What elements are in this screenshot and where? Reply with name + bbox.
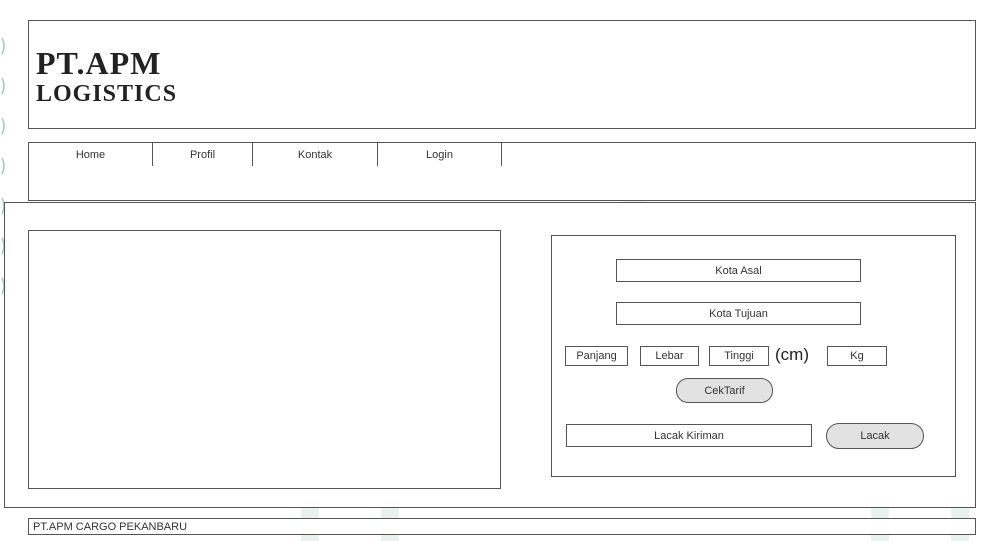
kota-tujuan-field[interactable]: Kota Tujuan	[616, 302, 861, 325]
site-header: PT.APM LOGISTICS	[28, 20, 976, 129]
panjang-field[interactable]: Panjang	[565, 346, 628, 366]
footer-bar: PT.APM CARGO PEKANBARU	[28, 518, 976, 535]
nav-kontak[interactable]: Kontak	[253, 143, 378, 166]
brand-subtitle: LOGISTICS	[36, 81, 178, 107]
tariff-panel: Kota Asal Kota Tujuan Panjang Lebar Ting…	[551, 235, 956, 477]
cek-tarif-button[interactable]: CekTarif	[676, 378, 773, 403]
brand-title: PT.APM	[36, 45, 162, 81]
nav-login[interactable]: Login	[378, 143, 502, 166]
nav-home[interactable]: Home	[29, 143, 153, 166]
lebar-field[interactable]: Lebar	[640, 346, 699, 366]
kota-asal-field[interactable]: Kota Asal	[616, 259, 861, 282]
media-placeholder	[28, 230, 501, 489]
lacak-button[interactable]: Lacak	[826, 423, 924, 449]
unit-cm-label: (cm)	[775, 345, 809, 364]
nav-profil[interactable]: Profil	[153, 143, 253, 166]
sub-bar	[28, 166, 976, 201]
tinggi-field[interactable]: Tinggi	[709, 346, 769, 366]
nav-bar: Home Profil Kontak Login	[28, 142, 976, 167]
kg-field[interactable]: Kg	[827, 346, 887, 366]
lacak-kiriman-field[interactable]: Lacak Kiriman	[566, 424, 812, 447]
